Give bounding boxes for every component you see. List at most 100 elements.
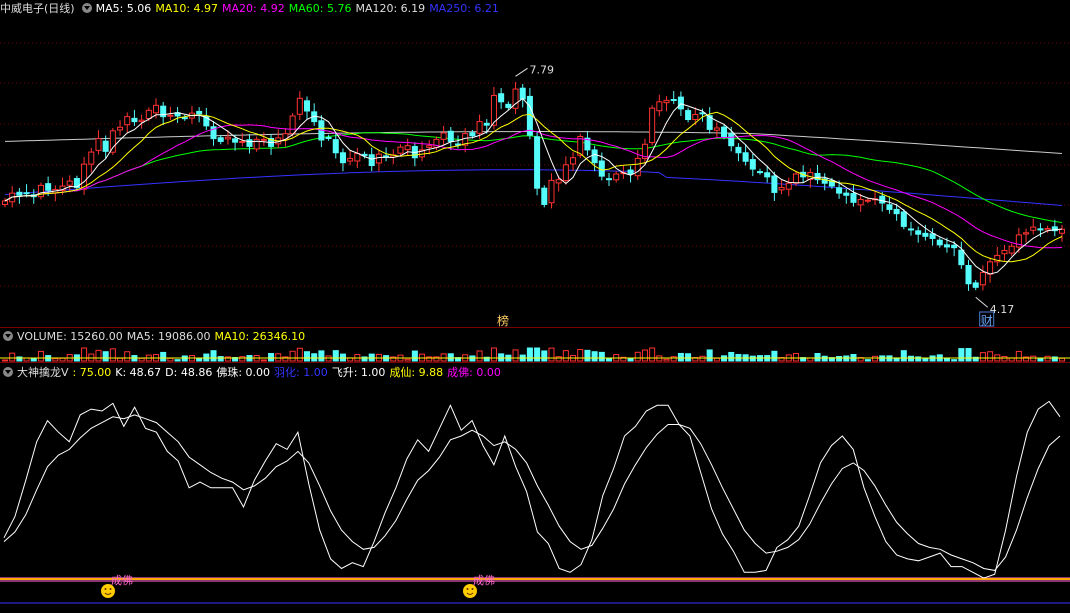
- volume-bar: [332, 350, 339, 362]
- volume-bar: [987, 351, 994, 362]
- candle-up: [117, 126, 124, 131]
- candle-up: [570, 157, 577, 165]
- volume-bar: [577, 349, 584, 362]
- dropdown-icon[interactable]: [3, 367, 13, 377]
- volume-bar: [239, 356, 246, 362]
- panel-separator: [0, 327, 1070, 328]
- volume-bar: [598, 351, 605, 362]
- volume-bar: [1, 359, 9, 362]
- candle-down: [907, 228, 915, 231]
- volume-bar: [296, 347, 303, 362]
- volume-bar: [591, 351, 598, 362]
- candle-down: [483, 122, 490, 126]
- volume-bar: [404, 358, 411, 362]
- volume-bar: [534, 347, 541, 362]
- volume-bar: [548, 347, 555, 362]
- candle-up: [167, 114, 174, 117]
- badge-cai: 财: [981, 314, 993, 327]
- candle-up: [1008, 245, 1015, 254]
- buddha-label: 成佛: [473, 574, 495, 587]
- candle-up: [1044, 228, 1051, 231]
- volume-bar: [447, 353, 454, 362]
- smiley-eye: [104, 588, 107, 590]
- candle-down: [900, 211, 907, 227]
- high-pointer: [515, 67, 528, 77]
- volume-bar: [1044, 355, 1051, 362]
- candle-up: [375, 153, 382, 164]
- indicator-legend-item: 成仙: 9.88: [389, 366, 444, 379]
- candle-up: [634, 157, 641, 177]
- candle-down: [469, 132, 476, 137]
- volume-bar: [311, 353, 318, 362]
- volume-bar: [117, 357, 124, 362]
- candle-down: [368, 154, 375, 167]
- low-pointer: [975, 296, 989, 308]
- volume-bar: [411, 350, 418, 362]
- volume-bar: [872, 355, 879, 362]
- candle-down: [541, 187, 548, 205]
- volume-bar: [670, 356, 677, 362]
- dropdown-icon[interactable]: [3, 331, 13, 341]
- candle-up: [1023, 232, 1030, 235]
- candle-up: [864, 199, 871, 202]
- candle-down: [23, 192, 30, 195]
- buddha-label: 成佛: [111, 574, 133, 587]
- candle-up: [713, 127, 720, 131]
- volume-bar: [562, 350, 569, 362]
- volume-bar: [699, 355, 706, 362]
- volume-bar: [713, 357, 720, 362]
- candle-up: [145, 109, 152, 120]
- candle-down: [498, 93, 505, 103]
- volume-bar: [174, 359, 181, 362]
- volume-bar: [433, 356, 440, 362]
- volume-bar: [526, 347, 533, 362]
- indicator-legend: : 75.00 K: 48.67 D: 48.86 佛珠: 0.00 羽化: 1.00 飞…: [73, 366, 505, 379]
- candle-up: [88, 151, 95, 165]
- volume-bar: [9, 352, 16, 362]
- candle-down: [951, 244, 958, 249]
- volume-bar: [634, 351, 641, 362]
- candle-up: [649, 107, 656, 144]
- candle-down: [670, 99, 677, 102]
- volume-bar: [260, 359, 267, 362]
- candle-down: [605, 178, 613, 181]
- candle-down: [764, 172, 771, 178]
- volume-bar: [706, 349, 713, 362]
- volume-bar: [440, 353, 447, 362]
- candle-down: [972, 282, 979, 288]
- volume-bar: [30, 357, 37, 362]
- candle-up: [289, 115, 296, 135]
- candle-down: [965, 264, 972, 285]
- volume-bar: [605, 358, 613, 362]
- volume-value: VOLUME: 15260.00: [17, 330, 123, 343]
- candle-down: [534, 136, 541, 189]
- volume-bar: [289, 350, 296, 362]
- candle-down: [677, 96, 684, 110]
- candle-up: [562, 164, 569, 182]
- candle-up: [66, 180, 73, 186]
- candle-up: [426, 145, 433, 148]
- candle-down: [519, 87, 526, 100]
- volume-bar: [95, 349, 102, 362]
- candle-down: [936, 239, 943, 246]
- candle-down: [728, 133, 735, 147]
- candle-up: [778, 186, 785, 191]
- candle-up: [354, 152, 361, 162]
- volume-bar: [52, 358, 59, 362]
- badge-bang: 榜: [497, 313, 509, 327]
- candle-up: [109, 130, 116, 153]
- volume-bar: [541, 350, 548, 362]
- indicator-chart: 建仓成佛成佛: [0, 400, 1070, 604]
- candle-down: [591, 149, 598, 164]
- indicator-legend-item: 飞升: 1.00: [331, 366, 386, 379]
- candle-down: [332, 139, 339, 154]
- candle-down: [893, 208, 900, 215]
- volume-bar: [37, 350, 44, 362]
- candle-down: [958, 249, 965, 266]
- indicator-legend-item: 佛珠: 0.00: [216, 366, 271, 379]
- volume-bar: [138, 357, 145, 362]
- candle-up: [124, 116, 131, 126]
- volume-bar: [318, 350, 325, 362]
- volume-bar: [749, 355, 756, 362]
- volume-bar: [124, 351, 131, 362]
